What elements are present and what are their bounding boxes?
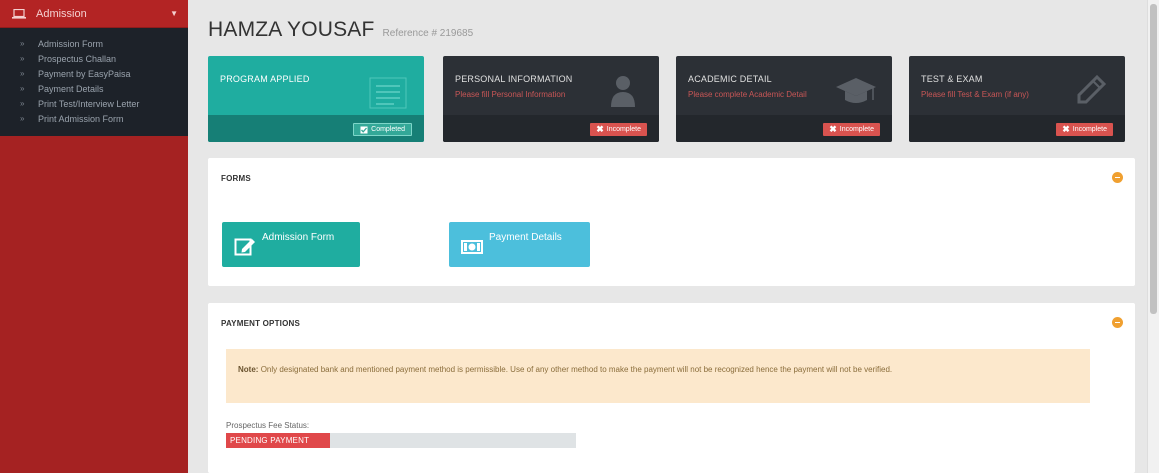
user-icon — [611, 76, 635, 107]
sidebar-item-label: Print Test/Interview Letter — [38, 98, 140, 109]
sidebar-item-label: Payment by EasyPaisa — [38, 68, 131, 79]
panel-heading-forms: FORMS — [221, 174, 251, 183]
sidebar: Admission ▼ » Admission Form » Prospectu… — [0, 0, 188, 473]
sidebar-item-label: Print Admission Form — [38, 113, 124, 124]
pending-payment-badge: PENDING PAYMENT — [226, 433, 330, 448]
status-box-subtitle: Please fill Test & Exam (if any) — [921, 90, 1029, 99]
bullet-icon: » — [20, 39, 25, 48]
caret-down-icon: ▼ — [170, 9, 178, 18]
admission-form-button[interactable]: Admission Form — [222, 222, 360, 267]
payment-details-button[interactable]: Payment Details — [449, 222, 590, 267]
status-badge-incomplete: ✖ Incomplete — [590, 123, 647, 136]
status-box-program-applied[interactable]: PROGRAM APPLIED Completed — [208, 56, 424, 142]
close-icon: ✖ — [1062, 124, 1070, 134]
status-box-title: PROGRAM APPLIED — [220, 74, 310, 84]
payment-options-panel: PAYMENT OPTIONS Note: Only designated ba… — [208, 303, 1135, 473]
status-badge-label: Completed — [371, 126, 405, 133]
page-title: HAMZA YOUSAF — [208, 18, 375, 41]
sidebar-item-label: Prospectus Challan — [38, 53, 117, 64]
laptop-icon — [12, 8, 26, 19]
prospectus-fee-status-bar: PENDING PAYMENT — [226, 433, 576, 448]
collapse-icon[interactable] — [1112, 317, 1123, 328]
status-badge-incomplete: ✖ Incomplete — [1056, 123, 1113, 136]
status-badge-completed: Completed — [353, 123, 412, 136]
payment-details-label: Payment Details — [489, 232, 562, 243]
list-icon — [369, 77, 407, 109]
close-icon: ✖ — [829, 124, 837, 134]
admission-form-label: Admission Form — [262, 232, 335, 243]
sidebar-item-payment-details[interactable]: » Payment Details — [0, 81, 188, 96]
sidebar-item-print-admission-form[interactable]: » Print Admission Form — [0, 111, 188, 126]
status-box-subtitle: Please fill Personal Information — [455, 90, 566, 99]
prospectus-fee-label: Prospectus Fee Status: — [226, 421, 310, 430]
note-text: Only designated bank and mentioned payme… — [260, 365, 893, 374]
sidebar-item-prospectus-challan[interactable]: » Prospectus Challan — [0, 51, 188, 66]
status-badge-label: Incomplete — [1072, 126, 1107, 133]
pencil-icon — [1077, 74, 1107, 104]
status-badge-label: Incomplete — [839, 126, 874, 133]
page-header: HAMZA YOUSAF Reference # 219685 — [208, 18, 473, 42]
note-prefix: Note: — [238, 365, 259, 374]
close-icon: ✖ — [596, 124, 604, 134]
status-badge-label: Incomplete — [606, 126, 641, 133]
main-content: HAMZA YOUSAF Reference # 219685 PROGRAM … — [188, 0, 1147, 473]
status-box-title: PERSONAL INFORMATION — [455, 74, 573, 84]
scrollbar-thumb[interactable] — [1150, 4, 1157, 314]
status-box-test-exam[interactable]: TEST & EXAM Please fill Test & Exam (if … — [909, 56, 1125, 142]
graduation-cap-icon — [836, 78, 876, 103]
status-box-personal-information[interactable]: PERSONAL INFORMATION Please fill Persona… — [443, 56, 659, 142]
checkbox-icon — [360, 126, 368, 133]
bullet-icon: » — [20, 114, 25, 123]
sidebar-item-label: Admission Form — [38, 38, 104, 49]
payment-note: Note: Only designated bank and mentioned… — [226, 349, 1090, 403]
sidebar-item-label: Payment Details — [38, 83, 104, 94]
bullet-icon: » — [20, 54, 25, 63]
status-box-title: TEST & EXAM — [921, 74, 983, 84]
sidebar-item-print-test-letter[interactable]: » Print Test/Interview Letter — [0, 96, 188, 111]
edit-icon — [234, 238, 255, 256]
money-icon — [461, 240, 483, 254]
bullet-icon: » — [20, 69, 25, 78]
status-badge-incomplete: ✖ Incomplete — [823, 123, 880, 136]
sidebar-item-payment-easypaisa[interactable]: » Payment by EasyPaisa — [0, 66, 188, 81]
status-box-title: ACADEMIC DETAIL — [688, 74, 772, 84]
reference-number: Reference # 219685 — [382, 28, 474, 39]
vertical-scrollbar[interactable] — [1147, 0, 1159, 473]
bullet-icon: » — [20, 99, 25, 108]
sidebar-item-admission-form[interactable]: » Admission Form — [0, 36, 188, 51]
status-box-academic-detail[interactable]: ACADEMIC DETAIL Please complete Academic… — [676, 56, 892, 142]
status-box-subtitle: Please complete Academic Detail — [688, 90, 807, 99]
forms-panel: FORMS Admission Form Payment Details — [208, 158, 1135, 286]
sidebar-menu-admission[interactable]: Admission ▼ — [0, 0, 188, 28]
collapse-icon[interactable] — [1112, 172, 1123, 183]
panel-heading-payment-options: PAYMENT OPTIONS — [221, 319, 301, 328]
bullet-icon: » — [20, 84, 25, 93]
sidebar-submenu: » Admission Form » Prospectus Challan » … — [0, 28, 188, 136]
sidebar-header-label: Admission — [36, 7, 87, 20]
